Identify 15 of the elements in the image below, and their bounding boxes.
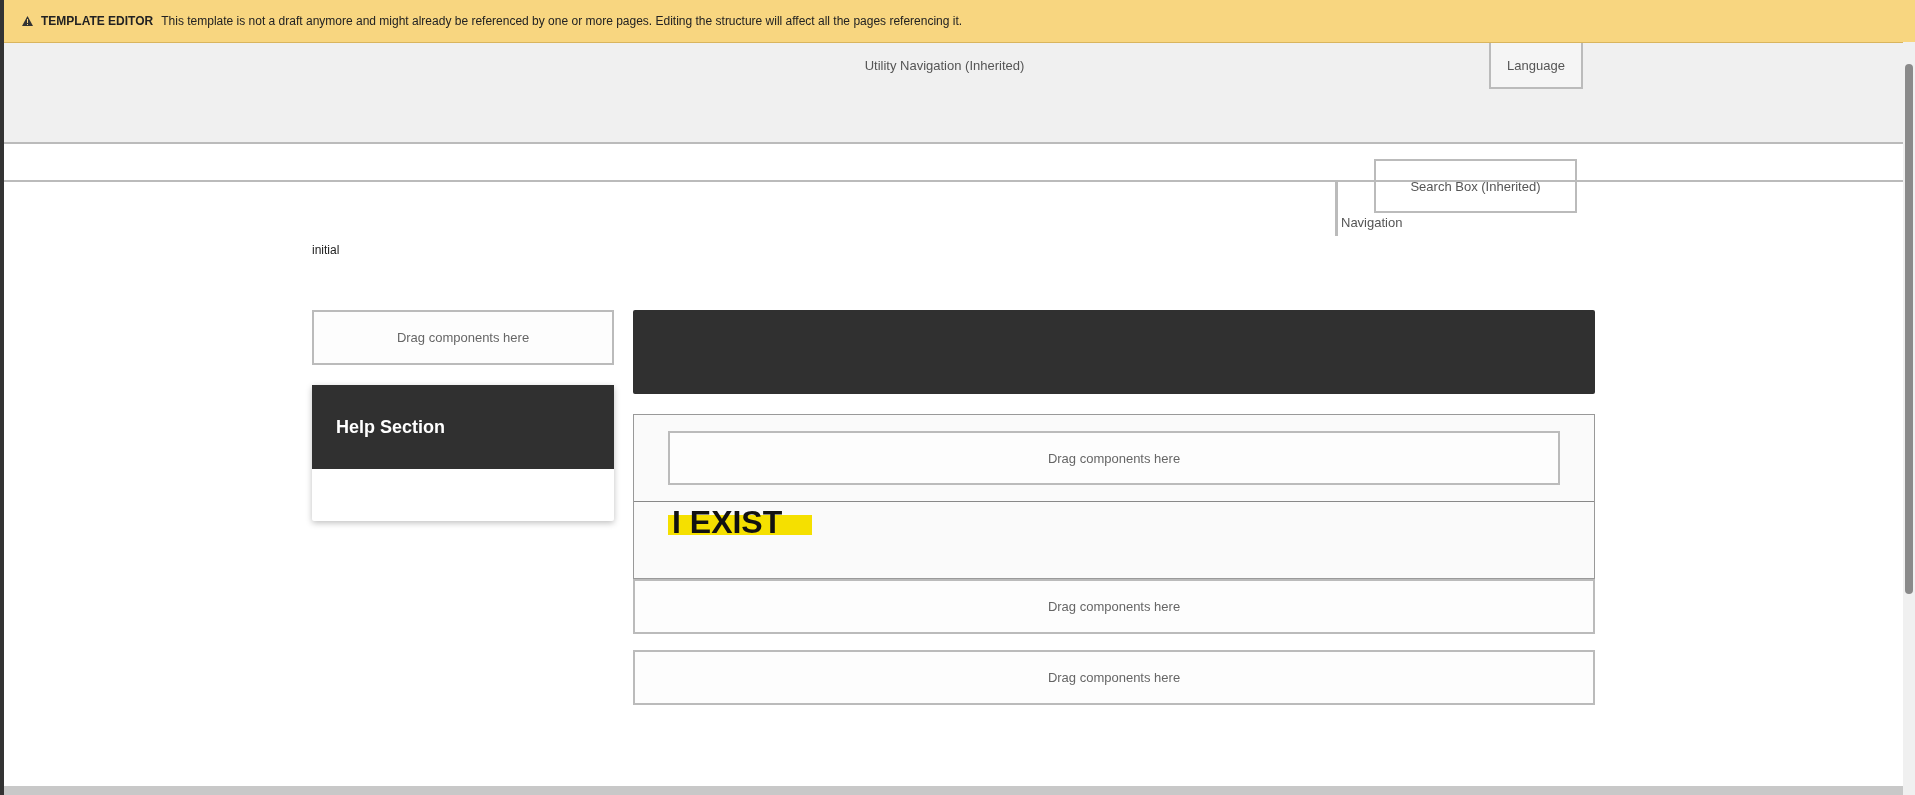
drop-zone[interactable]: Drag components here [633,650,1595,705]
language-component[interactable]: Language [1489,43,1583,89]
drop-zone[interactable]: Drag components here [668,431,1560,485]
help-section-title: Help Section [336,416,446,438]
drop-zone[interactable]: Drag components here [312,310,614,365]
warning-icon [22,16,33,26]
scrollbar[interactable] [1903,42,1915,795]
banner-message: This template is not a draft anymore and might already be referenced by one or more pages. Editing the structure will affect all the pages referencing it. [161,14,963,28]
utility-navigation-label: Utility Navigation (Inherited) [864,58,1025,74]
initial-label: initial [312,243,340,257]
banner-title: TEMPLATE EDITOR [41,14,154,28]
search-box-component[interactable]: Search Box (Inherited) [1374,159,1577,213]
scrollbar-thumb[interactable] [1905,64,1913,594]
drop-zone[interactable]: Drag components here [633,579,1595,634]
navigation-label[interactable]: Navigation [1341,215,1403,230]
